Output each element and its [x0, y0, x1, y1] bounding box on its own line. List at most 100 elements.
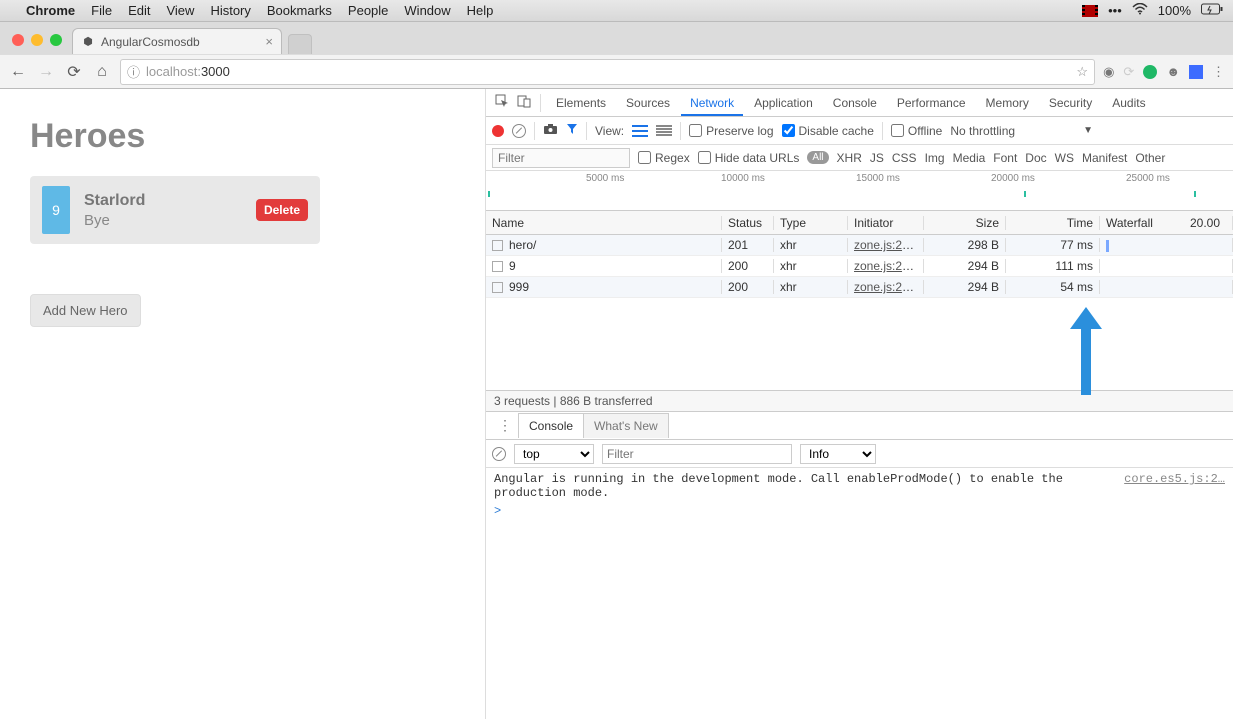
row-checkbox[interactable] [492, 282, 503, 293]
col-size[interactable]: Size [924, 216, 1006, 230]
row-checkbox[interactable] [492, 261, 503, 272]
filter-doc[interactable]: Doc [1025, 151, 1046, 165]
view-large-icon[interactable] [632, 125, 648, 137]
console-output[interactable]: Angular is running in the development mo… [486, 468, 1233, 719]
tab-application[interactable]: Application [745, 90, 822, 116]
device-toggle-icon[interactable] [514, 94, 534, 111]
delete-button[interactable]: Delete [256, 199, 308, 221]
inspect-element-icon[interactable] [492, 94, 512, 111]
reload-icon[interactable]: ⟳ [64, 62, 84, 82]
offline-checkbox[interactable]: Offline [891, 124, 942, 138]
menu-history[interactable]: History [210, 3, 250, 18]
hero-card[interactable]: 9 Starlord Bye Delete [30, 176, 320, 244]
preserve-log-checkbox[interactable]: Preserve log [689, 124, 773, 138]
new-tab-button[interactable] [288, 34, 312, 54]
filter-other[interactable]: Other [1135, 151, 1165, 165]
browser-toolbar: ← → ⟳ ⌂ ⓘ localhost:3000 ☆ ◉ ⟳ ☻ ⋮ [0, 54, 1233, 88]
col-status[interactable]: Status [722, 216, 774, 230]
drawer-menu-icon[interactable]: ⋮ [492, 417, 518, 434]
view-small-icon[interactable] [656, 125, 672, 137]
ext-blue-icon[interactable] [1189, 65, 1203, 79]
menu-bookmarks[interactable]: Bookmarks [267, 3, 332, 18]
ext-face-icon[interactable]: ☻ [1166, 64, 1180, 79]
menu-file[interactable]: File [91, 3, 112, 18]
filter-img[interactable]: Img [925, 151, 945, 165]
tab-console[interactable]: Console [824, 90, 886, 116]
drawer-tab-console[interactable]: Console [518, 413, 584, 438]
filter-ws[interactable]: WS [1055, 151, 1074, 165]
console-level-select[interactable]: Info [800, 444, 876, 464]
throttling-caret-icon[interactable]: ▼ [1083, 125, 1093, 136]
address-bar[interactable]: ⓘ localhost:3000 ☆ [120, 59, 1095, 85]
clear-icon[interactable] [512, 124, 526, 138]
throttling-select[interactable]: No throttling [950, 124, 1015, 138]
ext-eye-icon[interactable]: ◉ [1103, 64, 1114, 80]
bookmark-star-icon[interactable]: ☆ [1076, 64, 1088, 80]
console-prompt[interactable]: > [494, 500, 1225, 518]
table-row[interactable]: hero/201xhrzone.js:26…298 B77 ms [486, 235, 1233, 256]
drawer-tab-whatsnew[interactable]: What's New [584, 413, 669, 438]
maximize-window-icon[interactable] [50, 34, 62, 46]
filter-all[interactable]: All [807, 151, 828, 164]
console-context-select[interactable]: top [514, 444, 594, 464]
col-name[interactable]: Name [486, 216, 722, 230]
col-initiator[interactable]: Initiator [848, 216, 924, 230]
req-initiator[interactable]: zone.js:26… [854, 238, 921, 252]
col-time[interactable]: Time [1006, 216, 1100, 230]
filter-manifest[interactable]: Manifest [1082, 151, 1127, 165]
network-filter-input[interactable] [492, 148, 630, 168]
console-message-source[interactable]: core.es5.js:2… [1114, 472, 1225, 500]
req-initiator[interactable]: zone.js:26… [854, 259, 921, 273]
screenshot-icon[interactable] [543, 123, 558, 138]
tab-memory[interactable]: Memory [977, 90, 1038, 116]
col-type[interactable]: Type [774, 216, 848, 230]
back-icon[interactable]: ← [8, 63, 28, 81]
tab-elements[interactable]: Elements [547, 90, 615, 116]
menu-window[interactable]: Window [404, 3, 450, 18]
tab-audits[interactable]: Audits [1103, 90, 1154, 116]
tab-security[interactable]: Security [1040, 90, 1101, 116]
tab-close-icon[interactable]: × [265, 34, 273, 49]
tab-performance[interactable]: Performance [888, 90, 975, 116]
hide-data-urls-checkbox[interactable]: Hide data URLs [698, 151, 800, 165]
battery-icon[interactable] [1201, 3, 1223, 18]
table-row[interactable]: 9200xhrzone.js:26…294 B111 ms [486, 256, 1233, 277]
menubar-app[interactable]: Chrome [26, 3, 75, 18]
filter-css[interactable]: CSS [892, 151, 917, 165]
site-info-icon[interactable]: ⓘ [127, 62, 140, 81]
record-icon[interactable] [492, 125, 504, 137]
close-window-icon[interactable] [12, 34, 24, 46]
table-row[interactable]: 999200xhrzone.js:26…294 B54 ms [486, 277, 1233, 298]
menu-view[interactable]: View [166, 3, 194, 18]
browser-tab[interactable]: ⬢ AngularCosmosdb × [72, 28, 282, 54]
req-initiator[interactable]: zone.js:26… [854, 280, 921, 294]
filter-xhr[interactable]: XHR [837, 151, 862, 165]
console-filter-input[interactable] [602, 444, 792, 464]
filter-toggle-icon[interactable] [566, 123, 578, 138]
tab-sources[interactable]: Sources [617, 90, 679, 116]
wifi-icon[interactable] [1132, 3, 1148, 18]
regex-checkbox[interactable]: Regex [638, 151, 690, 165]
filter-js[interactable]: JS [870, 151, 884, 165]
chrome-menu-icon[interactable]: ⋮ [1212, 64, 1225, 80]
col-waterfall[interactable]: Waterfall20.00 [1100, 216, 1233, 230]
menu-edit[interactable]: Edit [128, 3, 150, 18]
ext-green-icon[interactable] [1143, 65, 1157, 79]
page-title: Heroes [30, 117, 455, 156]
ext-refresh-icon[interactable]: ⟳ [1123, 64, 1134, 80]
filter-media[interactable]: Media [953, 151, 986, 165]
home-icon[interactable]: ⌂ [92, 63, 112, 81]
console-clear-icon[interactable] [492, 447, 506, 461]
disable-cache-checkbox[interactable]: Disable cache [782, 124, 874, 138]
filter-font[interactable]: Font [993, 151, 1017, 165]
menu-help[interactable]: Help [467, 3, 494, 18]
film-icon[interactable] [1082, 5, 1098, 17]
forward-icon[interactable]: → [36, 63, 56, 81]
minimize-window-icon[interactable] [31, 34, 43, 46]
tab-network[interactable]: Network [681, 90, 743, 116]
row-checkbox[interactable] [492, 240, 503, 251]
menu-people[interactable]: People [348, 3, 388, 18]
network-timeline[interactable]: 5000 ms 10000 ms 15000 ms 20000 ms 25000… [486, 171, 1233, 211]
more-icon[interactable]: ••• [1108, 3, 1122, 18]
add-hero-button[interactable]: Add New Hero [30, 294, 141, 327]
